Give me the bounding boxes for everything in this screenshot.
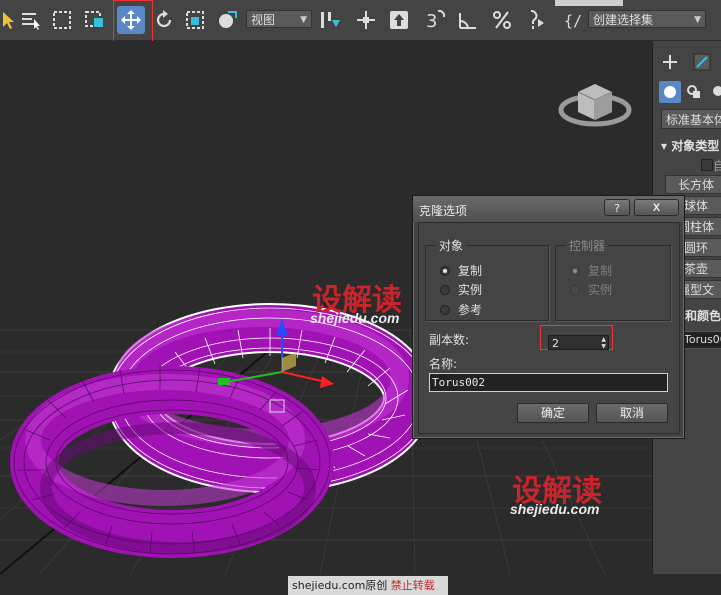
select-manipulate-icon[interactable]	[352, 6, 380, 34]
autogrid-checkbox[interactable]	[701, 159, 713, 171]
clone-options-dialog: 克隆选项 ? x 对象 复制 实例 参考 控制器 复制 实例 副本数: 2 ▲ ▼…	[412, 195, 685, 439]
dialog-title: 克隆选项	[419, 204, 468, 218]
angle-snap-icon[interactable]	[454, 6, 482, 34]
ok-button[interactable]: 确定	[517, 403, 589, 423]
reference-coordinate-value: 视图	[251, 13, 276, 27]
radio-label: 复制	[588, 264, 613, 278]
dialog-body: 对象 复制 实例 参考 控制器 复制 实例 副本数: 2 ▲ ▼ 名称: Toru…	[418, 222, 680, 434]
close-button[interactable]: x	[634, 199, 679, 216]
radio-label: 参考	[458, 303, 483, 317]
lights-icon[interactable]	[707, 81, 721, 103]
object-group-title: 对象	[436, 237, 467, 254]
copies-value: 2	[552, 337, 559, 350]
object-group: 对象 复制 实例 参考	[425, 237, 549, 321]
watermark-site: shejiedu.com	[310, 310, 400, 326]
edit-named-selection-icon[interactable]: {/	[559, 6, 587, 34]
controller-instance-radio[interactable]: 实例	[570, 281, 612, 298]
radio-label: 复制	[458, 264, 483, 278]
dialog-title-bar[interactable]: 克隆选项 ? x	[413, 196, 684, 222]
object-copy-radio[interactable]: 复制	[440, 262, 482, 279]
radio-dot	[570, 265, 580, 276]
object-type-rollout-label: 对象类型	[671, 139, 720, 153]
radio-label: 实例	[588, 283, 613, 297]
clone-name-input[interactable]: Torus002	[429, 373, 668, 392]
controller-group-title: 控制器	[566, 237, 609, 254]
footer-forbid: 禁止转载	[390, 579, 435, 592]
primitive-category-dropdown[interactable]: 标准基本体	[661, 109, 721, 129]
rotate-icon[interactable]	[150, 6, 178, 34]
scale-icon[interactable]	[181, 6, 209, 34]
radio-dot	[440, 304, 450, 315]
named-selection-set-dropdown[interactable]: 创建选择集 ▼	[588, 10, 706, 28]
chevron-down-icon: ▼	[300, 15, 307, 25]
object-type-rollout[interactable]: ▾ 对象类型	[661, 137, 719, 154]
autogrid-label: 自	[713, 159, 721, 173]
footer-original: 原创	[365, 579, 388, 592]
move-icon[interactable]	[117, 6, 145, 34]
box-button[interactable]: 长方体	[665, 175, 721, 194]
help-button[interactable]: ?	[604, 199, 630, 216]
copies-spinner[interactable]: 2 ▲ ▼	[548, 335, 609, 350]
object-reference-radio[interactable]: 参考	[440, 301, 482, 318]
copies-label: 副本数:	[429, 333, 470, 347]
cancel-button[interactable]: 取消	[596, 403, 668, 423]
keyboard-shortcut-override-icon[interactable]	[385, 6, 413, 34]
spinner-arrows-icon[interactable]: ▲ ▼	[601, 336, 606, 350]
radio-dot	[440, 284, 450, 295]
geometry-icon[interactable]	[659, 81, 681, 103]
shapes-icon[interactable]	[683, 81, 705, 103]
placement-icon[interactable]	[213, 6, 241, 34]
viewcube[interactable]	[558, 84, 632, 127]
radio-label: 实例	[458, 283, 483, 297]
name-label: 名称:	[429, 357, 458, 371]
create-tab-icon[interactable]	[659, 51, 681, 73]
snaps-toggle-icon[interactable]: 3	[421, 6, 449, 34]
object-name-field[interactable]: Torus002	[681, 331, 721, 349]
object-instance-radio[interactable]: 实例	[440, 281, 482, 298]
snap-dimension-label: 3	[426, 11, 437, 31]
select-by-name-icon[interactable]	[16, 6, 44, 34]
pivot-center-icon[interactable]	[316, 6, 344, 34]
spinner-snap-icon[interactable]	[520, 6, 548, 34]
radio-dot	[440, 265, 450, 276]
named-selection-set-value: 创建选择集	[593, 13, 654, 27]
chevron-down-icon: ▼	[694, 15, 701, 25]
radio-dot	[570, 284, 580, 295]
modify-tab-icon[interactable]	[691, 51, 713, 73]
rectangular-selection-icon[interactable]	[48, 6, 76, 34]
percent-snap-icon[interactable]	[488, 6, 516, 34]
watermark-footer: shejiedu.com原创 禁止转载	[288, 576, 448, 595]
window-crossing-icon[interactable]	[80, 6, 108, 34]
main-toolbar: 视图 ▼ 3 {/ 创建选择集 ▼	[0, 0, 721, 44]
reference-coordinate-dropdown[interactable]: 视图 ▼	[246, 10, 312, 28]
footer-site: shejiedu.com	[292, 579, 366, 592]
svg-text:{/: {/	[564, 12, 582, 30]
watermark-site-2: shejiedu.com	[510, 501, 600, 517]
controller-copy-radio[interactable]: 复制	[570, 262, 612, 279]
controller-group: 控制器 复制 实例	[555, 237, 671, 321]
